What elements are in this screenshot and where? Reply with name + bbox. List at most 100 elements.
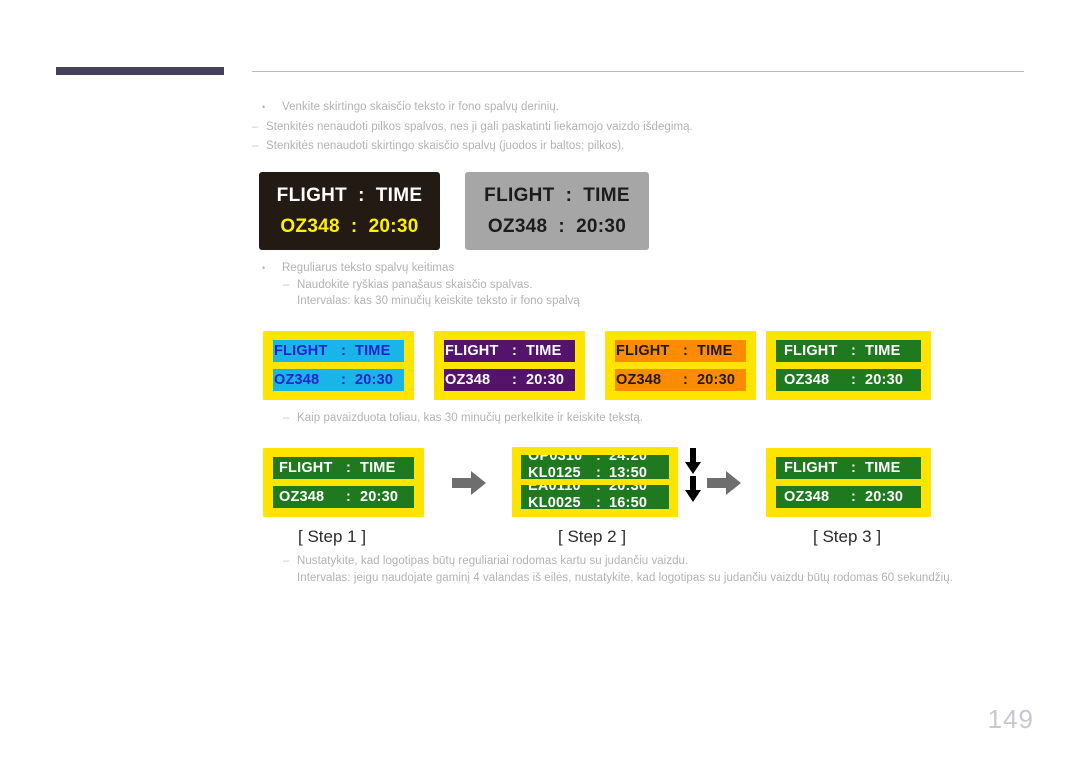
dash-glyph-5: – — [283, 555, 290, 567]
header-accent-bar — [56, 67, 224, 75]
step3-colon-2: : — [850, 489, 857, 505]
orange-flight-time: 20:30 — [697, 372, 736, 388]
step2-row2-top: EA0110 : 20:30 — [528, 485, 647, 495]
step1-flight-no: OZ348 — [278, 489, 325, 505]
cyan-header-bar: FLIGHT : TIME — [273, 340, 404, 362]
step3-flight-label: FLIGHT — [783, 460, 838, 476]
orange-time-label: TIME — [697, 343, 733, 359]
green-flight-no: OZ348 — [783, 372, 830, 388]
dark-colon-1: : — [358, 184, 365, 206]
step3-flight-no: OZ348 — [783, 489, 830, 505]
step2-row2-bottom-colon: : — [596, 495, 602, 509]
dash-glyph-1: – — [252, 121, 259, 133]
dark-time-label: TIME — [375, 184, 423, 206]
step2-row1-top-colon: : — [596, 455, 602, 464]
cyan-flight-label: FLIGHT — [273, 343, 328, 359]
cyan-colon-1: : — [340, 343, 347, 359]
note-bullet-1: Venkite skirtingo skaisčio teksto ir fon… — [282, 101, 560, 113]
step2-row2-bottom: KL0025 : 16:50 — [528, 495, 647, 509]
step2-row2-top-time: 20:30 — [609, 485, 648, 494]
gray-flight-no: OZ348 — [487, 215, 548, 237]
orange-value-bar: OZ348 : 20:30 — [615, 369, 746, 391]
dark-header-row: FLIGHT : TIME — [277, 185, 423, 207]
header-divider-rule — [252, 71, 1024, 72]
cyan-flight-time: 20:30 — [355, 372, 394, 388]
note-bullet-2: Reguliarus teksto spalvų keitimas — [282, 262, 455, 274]
step2-row1-top-code: OP0310 — [528, 455, 583, 464]
step1-colon-2: : — [345, 489, 352, 505]
green-flight-label: FLIGHT — [783, 343, 838, 359]
purple-flight-no: OZ348 — [444, 372, 491, 388]
green-flight-time: 20:30 — [865, 372, 904, 388]
color-cycle-panel-green: FLIGHT : TIME OZ348 : 20:30 — [766, 331, 931, 400]
step2-row1-bottom-time: 13:50 — [609, 465, 648, 479]
purple-value-bar: OZ348 : 20:30 — [444, 369, 575, 391]
bullet-glyph-2: • — [262, 263, 266, 273]
step2-row2-bottom-time: 16:50 — [609, 495, 648, 509]
step2-row1-bottom: KL0125 : 13:50 — [528, 465, 647, 479]
step3-time-label: TIME — [865, 460, 901, 476]
green-colon-1: : — [850, 343, 857, 359]
dark-flight-label: FLIGHT — [276, 184, 348, 206]
gray-colon-2: : — [558, 215, 566, 237]
dash-glyph-4: – — [283, 412, 290, 424]
cyan-value-bar: OZ348 : 20:30 — [273, 369, 404, 391]
step2-row2-bottom-code: KL0025 — [528, 495, 581, 509]
step1-header-bar: FLIGHT : TIME — [273, 457, 414, 479]
green-header-bar: FLIGHT : TIME — [776, 340, 921, 362]
note-sub-3b: Intervalas: jeigu naudojate gaminį 4 val… — [297, 572, 953, 584]
note-dash-1: Stenkitės nenaudoti pilkos spalvos, nes … — [266, 121, 693, 133]
green-colon-2: : — [850, 372, 857, 388]
cyan-time-label: TIME — [355, 343, 391, 359]
note-sub-1: Naudokite ryškias panašaus skaisčio spal… — [297, 279, 533, 291]
step3-value-bar: OZ348 : 20:30 — [776, 486, 921, 508]
arrow-down-icon-1 — [685, 448, 701, 474]
orange-flight-no: OZ348 — [615, 372, 662, 388]
step1-colon-1: : — [345, 460, 352, 476]
dash-glyph-2: – — [252, 140, 259, 152]
contrast-example-dark: FLIGHT : TIME OZ348 : 20:30 — [259, 172, 440, 250]
step3-caption: [ Step 3 ] — [813, 527, 882, 546]
step2-scroll-window-1: OP0310 : 24:20 KL0125 : 13:50 — [521, 455, 669, 479]
dark-colon-2: : — [350, 215, 358, 237]
purple-time-label: TIME — [526, 343, 562, 359]
cyan-flight-no: OZ348 — [273, 372, 320, 388]
gray-flight-label: FLIGHT — [484, 184, 555, 206]
step2-panel: OP0310 : 24:20 KL0125 : 13:50 EA0110 : 2… — [512, 447, 678, 517]
purple-colon-1: : — [511, 343, 518, 359]
dark-flight-no: OZ348 — [280, 215, 340, 237]
green-value-bar: OZ348 : 20:30 — [776, 369, 921, 391]
arrow-down-icon-2 — [685, 476, 701, 502]
step1-flight-label: FLIGHT — [278, 460, 333, 476]
purple-header-bar: FLIGHT : TIME — [444, 340, 575, 362]
step2-row1-bottom-code: KL0125 — [528, 465, 581, 479]
contrast-example-gray: FLIGHT : TIME OZ348 : 20:30 — [465, 172, 649, 250]
step2-row1-bottom-colon: : — [596, 465, 602, 479]
color-cycle-panel-orange: FLIGHT : TIME OZ348 : 20:30 — [605, 331, 756, 400]
gray-flight-time: 20:30 — [576, 215, 627, 237]
purple-flight-time: 20:30 — [526, 372, 565, 388]
step1-value-bar: OZ348 : 20:30 — [273, 486, 414, 508]
step3-flight-time: 20:30 — [865, 489, 904, 505]
orange-header-bar: FLIGHT : TIME — [615, 340, 746, 362]
page-number: 149 — [987, 704, 1034, 734]
step3-panel: FLIGHT : TIME OZ348 : 20:30 — [766, 448, 931, 517]
gray-header-row: FLIGHT : TIME — [484, 185, 630, 207]
step1-panel: FLIGHT : TIME OZ348 : 20:30 — [263, 448, 424, 517]
step3-colon-1: : — [850, 460, 857, 476]
dark-value-row: OZ348 : 20:30 — [280, 216, 418, 238]
color-cycle-panel-cyan: FLIGHT : TIME OZ348 : 20:30 — [263, 331, 414, 400]
gray-value-row: OZ348 : 20:30 — [488, 216, 626, 238]
note-sub-3: Nustatykite, kad logotipas būtų reguliar… — [297, 555, 689, 567]
gray-time-label: TIME — [583, 184, 630, 206]
bullet-glyph-1: • — [262, 102, 266, 112]
step2-row2-top-colon: : — [596, 485, 602, 494]
purple-colon-2: : — [511, 372, 518, 388]
note-sub-2: Kaip pavaizduota toliau, kas 30 minučių … — [297, 412, 644, 424]
orange-colon-1: : — [682, 343, 689, 359]
step2-scroll-window-2: EA0110 : 20:30 KL0025 : 16:50 — [521, 485, 669, 509]
orange-colon-2: : — [682, 372, 689, 388]
step2-scroll-inner-1: OP0310 : 24:20 KL0125 : 13:50 — [528, 455, 647, 479]
step1-caption: [ Step 1 ] — [298, 527, 367, 546]
step2-row2-top-code: EA0110 — [528, 485, 581, 494]
